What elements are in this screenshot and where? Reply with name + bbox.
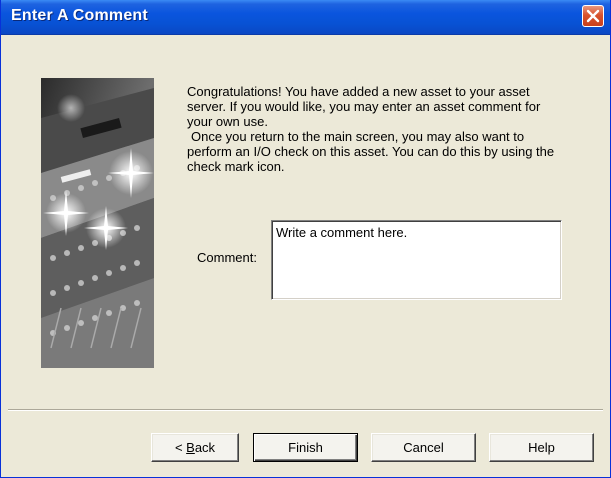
help-button[interactable]: Help	[489, 433, 594, 462]
close-icon	[586, 9, 600, 23]
window-title: Enter A Comment	[11, 7, 148, 24]
mixing-console-graphic	[41, 78, 154, 368]
dialog-window: Enter A Comment Congratulations! You hav…	[0, 0, 611, 478]
message-paragraph-2: Once you return to the main screen, you …	[187, 129, 555, 174]
close-button[interactable]	[582, 5, 604, 27]
title-bar[interactable]: Enter A Comment	[1, 0, 610, 35]
comment-input[interactable]: Write a comment here.	[271, 220, 562, 300]
separator-line	[8, 409, 603, 411]
back-button-mnemonic: B	[186, 440, 195, 455]
back-button-prefix: <	[174, 440, 187, 455]
message-paragraph-1: Congratulations! You have added a new as…	[187, 84, 541, 129]
back-button-rest: ack	[194, 440, 216, 455]
message-text: Congratulations! You have added a new as…	[187, 84, 567, 174]
cancel-button[interactable]: Cancel	[371, 433, 476, 462]
mixing-console-image	[41, 78, 154, 368]
finish-button[interactable]: Finish	[253, 433, 358, 462]
comment-label: Comment:	[197, 250, 257, 265]
back-button[interactable]: < Back	[151, 433, 239, 462]
